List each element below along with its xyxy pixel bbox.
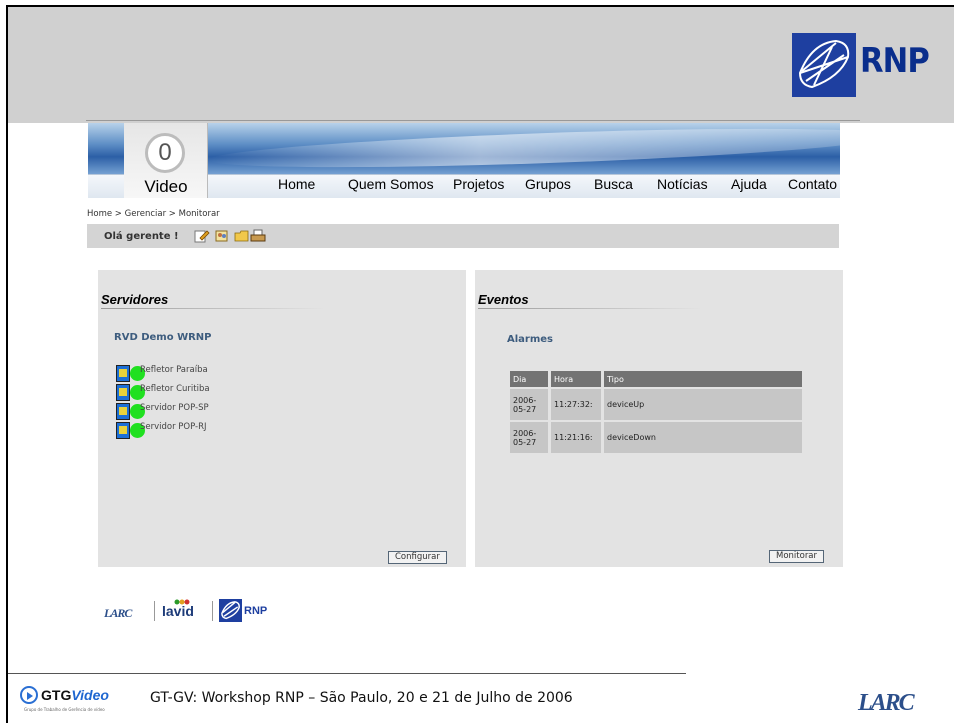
divider (212, 601, 213, 621)
video-logo[interactable]: 0 Video (124, 123, 208, 198)
rnp-logo-text: RNP (244, 605, 268, 617)
rnp-logo-text: RNP (860, 41, 930, 81)
servers-panel-title: Servidores (101, 292, 169, 307)
edit-icon[interactable] (194, 228, 210, 243)
nav-quem-somos[interactable]: Quem Somos (348, 176, 434, 192)
table-header-row: Dia Hora Tipo (510, 371, 802, 387)
nav-ajuda[interactable]: Ajuda (731, 176, 767, 192)
folder-icon[interactable] (234, 228, 250, 242)
events-panel-title: Eventos (478, 292, 529, 307)
server-icon (116, 422, 130, 439)
nav-grupos[interactable]: Grupos (525, 176, 571, 192)
breadcrumb[interactable]: Home > Gerenciar > Monitorar (87, 209, 220, 219)
video-logo-digit: 0 (158, 139, 172, 166)
server-name: Refletor Paraíba (140, 365, 208, 375)
nav-busca[interactable]: Busca (594, 176, 633, 192)
server-group-name: RVD Demo WRNP (114, 332, 212, 343)
cell-hora: 11:21:16: (551, 422, 601, 453)
servers-panel: Servidores RVD Demo WRNP Refletor Paraíb… (98, 270, 466, 567)
server-name: Refletor Curitiba (140, 384, 210, 394)
divider (101, 308, 325, 309)
users-icon[interactable] (214, 228, 230, 242)
table-row[interactable]: 2006- 05-27 11:21:16: deviceDown (510, 422, 802, 453)
cell-tipo: deviceUp (604, 389, 802, 420)
play-icon (20, 686, 38, 704)
rnp-logo: RNP (792, 33, 954, 97)
divider (86, 120, 860, 121)
column-header-hora: Hora (551, 371, 601, 387)
print-icon[interactable] (250, 228, 266, 242)
server-icon (116, 384, 130, 401)
user-toolbar: Olá gerente ! (87, 224, 839, 248)
video-logo-label: Video (144, 177, 188, 196)
server-icon (116, 403, 130, 420)
events-panel: Eventos Alarmes Dia Hora Tipo 2006- 05-27… (475, 270, 843, 567)
table-row[interactable]: 2006- 05-27 11:27:32: deviceUp (510, 389, 802, 420)
lavid-logo: lavid (162, 603, 194, 619)
nav-contato[interactable]: Contato (788, 176, 837, 192)
column-header-dia: Dia (510, 371, 548, 387)
configure-button[interactable]: Configurar (388, 551, 447, 564)
column-header-tipo: Tipo (604, 371, 802, 387)
cell-dia: 2006- 05-27 (510, 422, 548, 453)
nav-home[interactable]: Home (278, 176, 315, 192)
nav-projetos[interactable]: Projetos (453, 176, 504, 192)
gtg-logo-subtitle: Grupo de Trabalho de Gerência de vídeo (24, 707, 105, 712)
cell-tipo: deviceDown (604, 422, 802, 453)
cell-dia: 2006- 05-27 (510, 389, 548, 420)
larc-logo: LARC (104, 606, 132, 620)
server-icon (116, 365, 130, 382)
larc-logo: LARC (858, 690, 915, 716)
gtg-video-logo: GTGVideo Grupo de Trabalho de Gerência d… (20, 686, 126, 720)
monitor-button[interactable]: Monitorar (769, 550, 825, 563)
divider (478, 308, 702, 309)
cell-hora: 11:27:32: (551, 389, 601, 420)
footer-caption: GT-GV: Workshop RNP – São Paulo, 20 e 21… (150, 690, 573, 706)
rnp-globe-icon (792, 33, 856, 97)
alarms-table: Dia Hora Tipo 2006- 05-27 11:27:32: devic… (507, 369, 805, 455)
alarms-title: Alarmes (507, 334, 554, 345)
divider (8, 673, 686, 674)
server-name: Servidor POP-RJ (140, 422, 207, 432)
greeting-text: Olá gerente ! (104, 231, 179, 242)
nav-noticias[interactable]: Notícias (657, 176, 708, 192)
film-reel-icon: 0 (145, 133, 185, 173)
gtg-logo-text: GTGVideo (41, 687, 109, 703)
rnp-globe-icon (219, 599, 242, 622)
divider (154, 601, 155, 621)
banner-swoosh (207, 123, 840, 175)
server-name: Servidor POP-SP (140, 403, 209, 413)
